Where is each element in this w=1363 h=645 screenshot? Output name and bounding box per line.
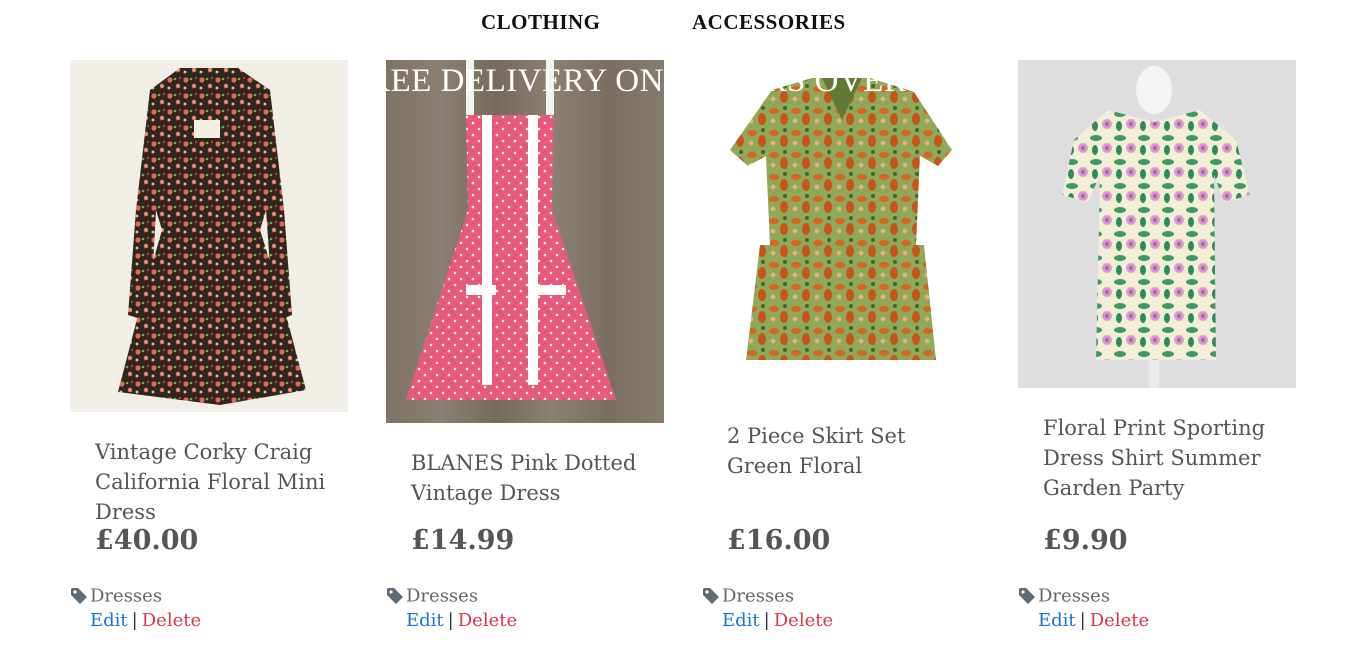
- category-label[interactable]: Dresses: [1038, 586, 1110, 607]
- tag-icon: [1018, 587, 1036, 605]
- product-title[interactable]: 2 Piece Skirt Set Green Floral: [727, 421, 972, 481]
- product-category: Dresses: [1018, 585, 1110, 609]
- product-title[interactable]: Vintage Corky Craig California Floral Mi…: [95, 437, 340, 527]
- product-actions: Edit | Delete: [722, 610, 833, 631]
- action-separator: |: [1079, 610, 1086, 631]
- product-category: Dresses: [386, 585, 478, 609]
- edit-link[interactable]: Edit: [1038, 610, 1076, 631]
- category-label[interactable]: Dresses: [722, 586, 794, 607]
- edit-link[interactable]: Edit: [722, 610, 760, 631]
- product-actions: Edit | Delete: [406, 610, 517, 631]
- edit-link[interactable]: Edit: [406, 610, 444, 631]
- product-category: Dresses: [702, 585, 794, 609]
- product-image-green-floral-skirt-set[interactable]: [702, 60, 980, 390]
- product-actions: Edit | Delete: [1038, 610, 1149, 631]
- category-label[interactable]: Dresses: [90, 586, 162, 607]
- product-card: BLANES Pink Dotted Vintage Dress £14.99 …: [386, 60, 666, 645]
- delete-link[interactable]: Delete: [458, 610, 517, 631]
- action-separator: |: [131, 610, 138, 631]
- delete-link[interactable]: Delete: [774, 610, 833, 631]
- nav-clothing[interactable]: CLOTHING: [481, 10, 601, 35]
- delete-link[interactable]: Delete: [142, 610, 201, 631]
- product-price: £14.99: [411, 525, 515, 556]
- product-image-pink-dotted-dress[interactable]: [386, 60, 664, 423]
- product-card: Vintage Corky Craig California Floral Mi…: [70, 60, 350, 645]
- product-title[interactable]: BLANES Pink Dotted Vintage Dress: [411, 448, 656, 508]
- product-card: Floral Print Sporting Dress Shirt Summer…: [1018, 60, 1298, 645]
- product-price: £40.00: [95, 525, 199, 556]
- tag-icon: [702, 587, 720, 605]
- nav-accessories[interactable]: ACCESSORIES: [692, 10, 846, 35]
- action-separator: |: [763, 610, 770, 631]
- product-card: 2 Piece Skirt Set Green Floral £16.00 Dr…: [702, 60, 982, 645]
- tag-icon: [386, 587, 404, 605]
- product-price: £9.90: [1043, 525, 1128, 556]
- product-category: Dresses: [70, 585, 162, 609]
- product-actions: Edit | Delete: [90, 610, 201, 631]
- product-image-floral-mini-dress[interactable]: [70, 60, 348, 412]
- product-title[interactable]: Floral Print Sporting Dress Shirt Summer…: [1043, 413, 1288, 503]
- action-separator: |: [447, 610, 454, 631]
- tag-icon: [70, 587, 88, 605]
- product-price: £16.00: [727, 525, 831, 556]
- category-label[interactable]: Dresses: [406, 586, 478, 607]
- main-nav: CLOTHING ACCESSORIES: [0, 10, 1363, 40]
- delete-link[interactable]: Delete: [1090, 610, 1149, 631]
- product-image-floral-shirt-dress[interactable]: [1018, 60, 1296, 388]
- edit-link[interactable]: Edit: [90, 610, 128, 631]
